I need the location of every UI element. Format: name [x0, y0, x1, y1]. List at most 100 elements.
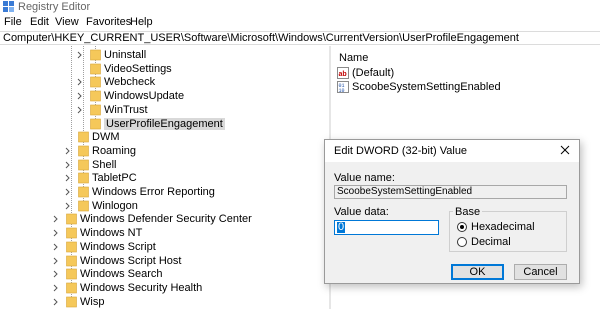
base-caption: Base: [453, 206, 483, 218]
menu-edit[interactable]: Edit: [30, 16, 49, 28]
tree-item[interactable]: Windows NT: [0, 227, 329, 240]
tree-item[interactable]: Windows Defender Security Center: [0, 213, 329, 226]
chevron-right-icon[interactable]: [52, 213, 60, 225]
folder-icon: [90, 90, 101, 102]
tree-item-label: VideoSettings: [104, 63, 172, 75]
tree-item[interactable]: Shell: [0, 159, 329, 172]
menu-favorites[interactable]: Favorites: [86, 16, 131, 28]
chevron-right-icon[interactable]: [52, 255, 60, 267]
folder-icon: [90, 76, 101, 88]
chevron-right-icon[interactable]: [76, 76, 84, 88]
chevron-right-icon[interactable]: [76, 90, 84, 102]
svg-text:ab: ab: [339, 71, 347, 78]
tree-item-label: UserProfileEngagement: [104, 118, 225, 130]
tree-item[interactable]: UserProfileEngagement: [0, 118, 329, 131]
menubar: File Edit View Favorites Help: [0, 15, 600, 30]
tree-item-label: TabletPC: [92, 172, 137, 184]
value-data-input[interactable]: 0: [334, 220, 439, 235]
close-icon[interactable]: [559, 144, 571, 156]
chevron-right-icon[interactable]: [52, 268, 60, 280]
folder-icon: [66, 213, 77, 225]
tree-item[interactable]: Roaming: [0, 145, 329, 158]
tree-item-label: Winlogon: [92, 200, 138, 212]
tree-item[interactable]: VideoSettings: [0, 63, 329, 76]
folder-icon: [66, 268, 77, 280]
chevron-right-icon[interactable]: [64, 186, 72, 198]
tree-item-label: Uninstall: [104, 49, 147, 61]
folder-icon: [66, 282, 77, 294]
chevron-right-icon[interactable]: [76, 104, 84, 116]
dialog-title: Edit DWORD (32-bit) Value: [334, 145, 468, 157]
tree-item[interactable]: Webcheck: [0, 76, 329, 89]
tree-item[interactable]: Windows Search: [0, 268, 329, 281]
dword-value-icon: 01 10: [337, 81, 349, 93]
value-name-field: ScoobeSystemSettingEnabled: [334, 185, 567, 199]
tree-item[interactable]: Wisp: [0, 296, 329, 309]
string-value-icon: ab: [337, 67, 349, 79]
tree-item-label: DWM: [92, 131, 120, 143]
hexadecimal-label[interactable]: Hexadecimal: [471, 221, 535, 233]
folder-icon: [90, 63, 101, 75]
chevron-right-icon[interactable]: [52, 296, 60, 308]
chevron-right-icon[interactable]: [64, 172, 72, 184]
folder-icon: [78, 159, 89, 171]
chevron-right-icon[interactable]: [52, 282, 60, 294]
ok-button[interactable]: OK: [451, 264, 504, 280]
tree-item-label: Windows NT: [80, 227, 143, 239]
tree-item[interactable]: Uninstall: [0, 49, 329, 62]
folder-icon: [90, 49, 101, 61]
menu-view[interactable]: View: [55, 16, 79, 28]
tree-item-label: Windows Security Health: [80, 282, 203, 294]
decimal-label[interactable]: Decimal: [471, 236, 511, 248]
tree-item[interactable]: DWM: [0, 131, 329, 144]
value-name-label: ScoobeSystemSettingEnabled: [352, 81, 501, 93]
folder-icon: [66, 241, 77, 253]
folder-icon: [90, 104, 101, 116]
tree-item[interactable]: TabletPC: [0, 172, 329, 185]
menu-help[interactable]: Help: [130, 16, 153, 28]
chevron-right-icon[interactable]: [64, 159, 72, 171]
folder-icon: [66, 255, 77, 267]
value-data-caption: Value data:: [334, 206, 389, 218]
tree-item-label: WinTrust: [104, 104, 148, 116]
hexadecimal-radio[interactable]: [457, 222, 467, 232]
address-path[interactable]: Computer\HKEY_CURRENT_USER\Software\Micr…: [3, 32, 519, 44]
tree-item-label: Windows Defender Security Center: [80, 213, 252, 225]
registry-editor-icon: [3, 1, 14, 12]
tree-item-label: WindowsUpdate: [104, 90, 185, 102]
menu-file[interactable]: File: [4, 16, 22, 28]
decimal-radio[interactable]: [457, 237, 467, 247]
folder-icon: [78, 131, 89, 143]
tree-item[interactable]: Windows Security Health: [0, 282, 329, 295]
chevron-right-icon[interactable]: [76, 49, 84, 61]
chevron-right-icon[interactable]: [64, 200, 72, 212]
chevron-right-icon[interactable]: [64, 145, 72, 157]
dialog-titlebar[interactable]: Edit DWORD (32-bit) Value: [325, 140, 579, 162]
tree-item[interactable]: WindowsUpdate: [0, 90, 329, 103]
folder-icon: [66, 296, 77, 308]
address-bar[interactable]: Computer\HKEY_CURRENT_USER\Software\Micr…: [0, 31, 600, 45]
tree-item[interactable]: Winlogon: [0, 200, 329, 213]
tree-item-label: Windows Error Reporting: [92, 186, 215, 198]
edit-dword-dialog: Edit DWORD (32-bit) Value Value name: Sc…: [324, 139, 580, 284]
tree-item[interactable]: Windows Error Reporting: [0, 186, 329, 199]
chevron-right-icon[interactable]: [52, 241, 60, 253]
tree-item-label: Roaming: [92, 145, 137, 157]
registry-tree[interactable]: Uninstall VideoSettings Webcheck WindowsUpd…: [0, 46, 329, 309]
folder-icon: [78, 186, 89, 198]
chevron-right-icon[interactable]: [52, 227, 60, 239]
tree-item-label: Wisp: [80, 296, 105, 308]
tree-item-label: Windows Search: [80, 268, 163, 280]
cancel-button[interactable]: Cancel: [514, 264, 567, 280]
value-name-caption: Value name:: [334, 172, 395, 184]
tree-item[interactable]: Windows Script: [0, 241, 329, 254]
tree-item-label: Webcheck: [104, 76, 156, 88]
tree-item-label: Windows Script Host: [80, 255, 182, 267]
column-header-name[interactable]: Name: [339, 52, 368, 64]
window-title: Registry Editor: [18, 1, 91, 13]
folder-icon: [66, 227, 77, 239]
tree-item[interactable]: WinTrust: [0, 104, 329, 117]
tree-item[interactable]: Windows Script Host: [0, 255, 329, 268]
folder-icon: [78, 200, 89, 212]
tree-item-label: Windows Script: [80, 241, 156, 253]
